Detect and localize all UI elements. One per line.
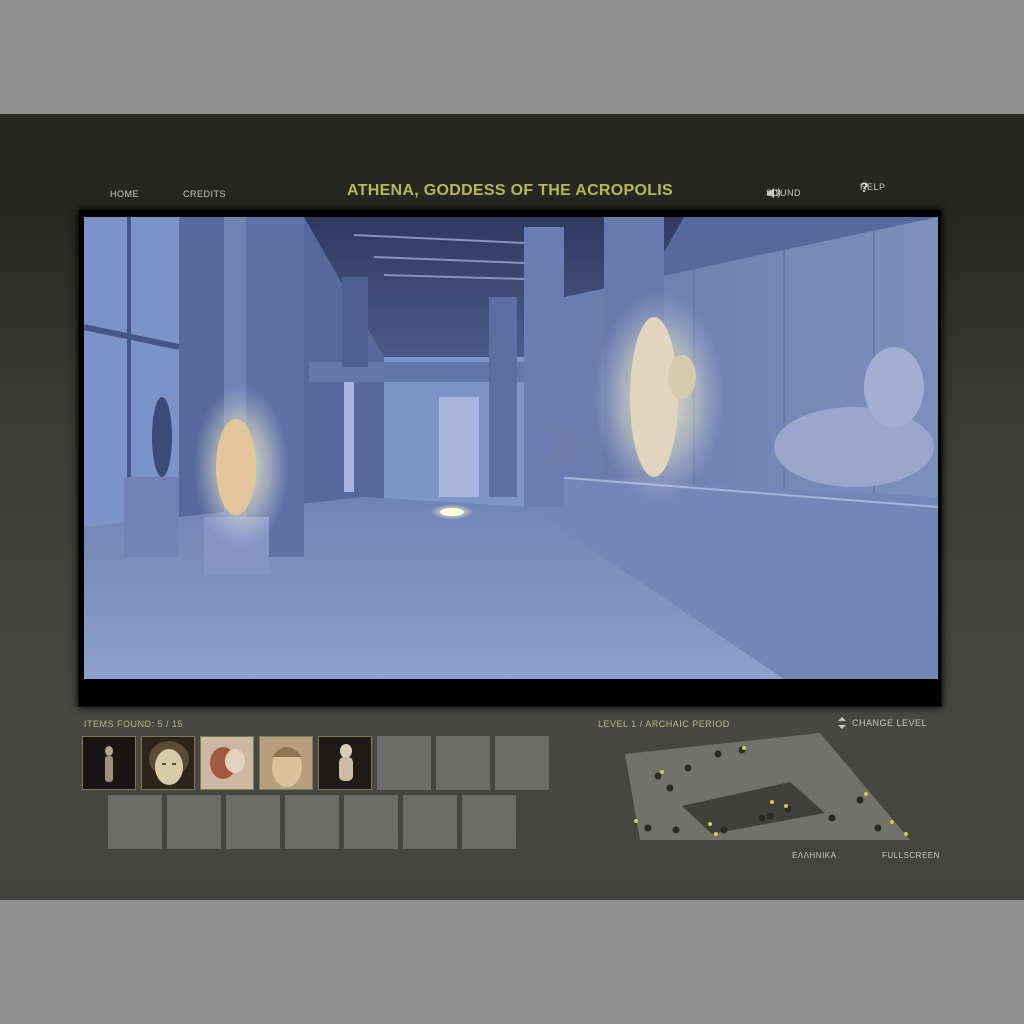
relief-fragment-thumbnail [210, 747, 245, 779]
home-link[interactable]: HOME [110, 189, 139, 199]
inventory-slot-empty [167, 795, 221, 849]
inventory-slot-empty [285, 795, 339, 849]
inventory-slot-empty [495, 736, 549, 790]
inventory-slot-relief-fragment[interactable] [200, 736, 254, 790]
statue-silhouette-thumbnail [105, 746, 113, 782]
sound-label: SOUND [766, 188, 802, 198]
inventory-slot-statue-silhouette[interactable] [82, 736, 136, 790]
inventory-slot-empty [344, 795, 398, 849]
sound-toggle[interactable]: SOUND [766, 187, 801, 199]
fullscreen-button[interactable]: FULLSCREEN [882, 851, 940, 860]
inventory-slot-empty [403, 795, 457, 849]
game-frame: HOME CREDITS ATHENA, GODDESS OF THE ACRO… [0, 114, 1024, 900]
help-label: HELP [860, 182, 886, 192]
change-level-button[interactable]: CHANGE LEVEL [838, 717, 927, 729]
inventory-slot-empty [226, 795, 280, 849]
inventory-slot-kore-face[interactable] [259, 736, 313, 790]
kore-face-thumbnail [272, 747, 302, 787]
language-toggle[interactable]: ΕΛΛΗΝΙΚΑ [792, 851, 836, 860]
inventory-slot-seated-statue[interactable] [318, 736, 372, 790]
museum-gallery-illustration [84, 217, 938, 679]
kore-head-thumbnail [149, 741, 189, 785]
up-down-arrows-icon [838, 717, 846, 729]
inventory-slot-empty [462, 795, 516, 849]
credits-link[interactable]: CREDITS [183, 189, 226, 199]
gallery-floor-map[interactable] [620, 730, 920, 850]
level-indicator: LEVEL 1 / ARCHAIC PERIOD [598, 719, 730, 729]
museum-scene[interactable] [84, 217, 938, 679]
game-title: ATHENA, GODDESS OF THE ACROPOLIS [346, 182, 674, 199]
game-viewport [78, 209, 942, 707]
inventory-slot-empty [377, 736, 431, 790]
inventory-slot-empty [436, 736, 490, 790]
seated-statue-thumbnail [339, 744, 353, 781]
change-level-label: CHANGE LEVEL [852, 718, 928, 728]
inventory-slot-kore-head[interactable] [141, 736, 195, 790]
inventory-slot-empty [108, 795, 162, 849]
items-found-counter: ITEMS FOUND: 5 / 15 [84, 719, 184, 729]
